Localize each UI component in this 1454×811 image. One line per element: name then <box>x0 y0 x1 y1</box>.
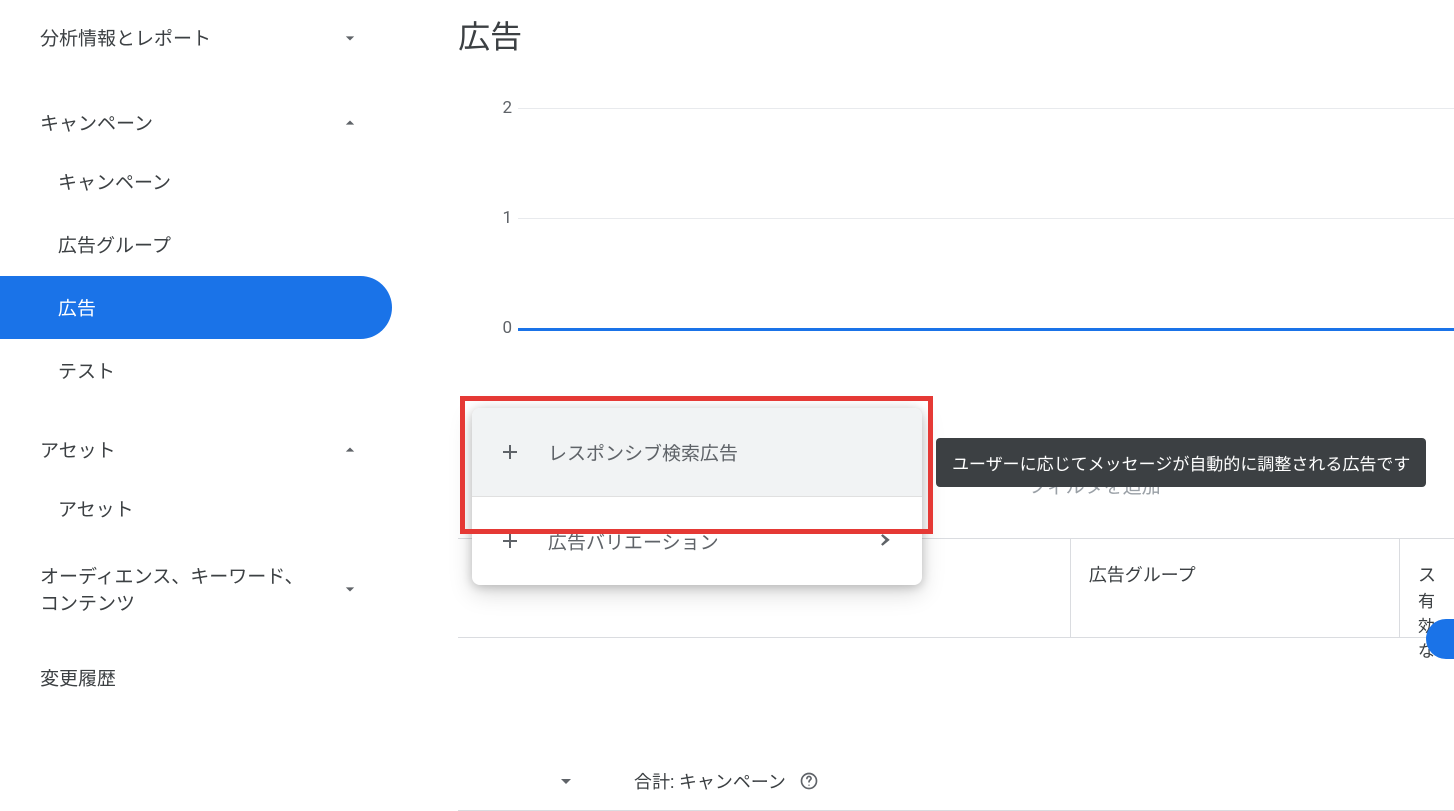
chevron-up-icon <box>338 111 362 135</box>
sidebar-item-adgroups[interactable]: 広告グループ <box>0 213 392 276</box>
sidebar-item-assets[interactable]: アセット <box>0 477 392 540</box>
sidebar-label-audience: オーディエンス、キーワード、コンテンツ <box>40 562 320 616</box>
sidebar-label-history: 変更履歴 <box>40 664 116 691</box>
open-external-icon <box>866 527 894 555</box>
sidebar-section-assets[interactable]: アセット <box>0 422 392 477</box>
sidebar-item-tests[interactable]: テスト <box>0 339 392 402</box>
main-content: 広告 2 1 0 <box>458 0 1454 807</box>
create-ad-popup: レスポンシブ検索広告 広告バリエーション <box>472 408 922 585</box>
popup-item-label: 広告バリエーション <box>548 528 719 555</box>
tooltip-text: ユーザーに応じてメッセージが自動的に調整される広告です <box>952 455 1410 475</box>
plus-icon <box>496 527 524 555</box>
chart-data-line <box>518 328 1454 331</box>
chart-gridline <box>518 218 1454 219</box>
table-header-adgroup-label: 広告グループ <box>1089 561 1196 587</box>
chart-y-tick-1: 1 <box>502 208 512 228</box>
sidebar-label-assets: アセット <box>40 436 116 463</box>
table-header-status[interactable]: ス 有効な <box>1400 539 1454 637</box>
plus-icon <box>496 438 524 466</box>
tooltip: ユーザーに応じてメッセージが自動的に調整される広告です <box>936 438 1426 487</box>
chart-y-tick-2: 2 <box>502 98 512 118</box>
sidebar-section-analytics[interactable]: 分析情報とレポート <box>0 10 392 65</box>
sidebar-nav: 分析情報とレポート キャンペーン キャンペーン 広告グループ 広告 テスト アセ… <box>0 0 392 807</box>
sidebar-section-campaigns[interactable]: キャンペーン <box>0 95 392 150</box>
chevron-down-icon <box>338 26 362 50</box>
popup-item-ad-variation[interactable]: 広告バリエーション <box>472 497 922 585</box>
sidebar-item-campaigns[interactable]: キャンペーン <box>0 150 392 213</box>
chevron-down-icon <box>338 577 362 601</box>
sidebar-section-history[interactable]: 変更履歴 <box>0 650 392 705</box>
chevron-up-icon <box>338 438 362 462</box>
total-row-label: 合計: キャンペーン <box>634 768 786 794</box>
chart-gridline <box>518 108 1454 109</box>
popup-item-label: レスポンシブ検索広告 <box>548 439 738 466</box>
sidebar-section-audience[interactable]: オーディエンス、キーワード、コンテンツ <box>0 548 392 630</box>
page-title: 広告 <box>458 0 1454 78</box>
chart-y-tick-0: 0 <box>502 318 512 338</box>
chart: 2 1 0 <box>518 78 1454 338</box>
table-header-adgroup[interactable]: 広告グループ <box>1071 539 1400 637</box>
chevron-down-icon[interactable] <box>552 767 580 795</box>
help-icon[interactable] <box>798 770 820 792</box>
sidebar-label-analytics: 分析情報とレポート <box>40 24 211 51</box>
table-total-row: 合計: キャンペーン <box>458 752 1454 811</box>
sidebar-label-campaigns: キャンペーン <box>40 109 153 136</box>
popup-item-responsive-search-ad[interactable]: レスポンシブ検索広告 <box>472 408 922 496</box>
sidebar-item-ads[interactable]: 広告 <box>0 276 392 339</box>
table-header-status-label: ス <box>1418 561 1436 587</box>
